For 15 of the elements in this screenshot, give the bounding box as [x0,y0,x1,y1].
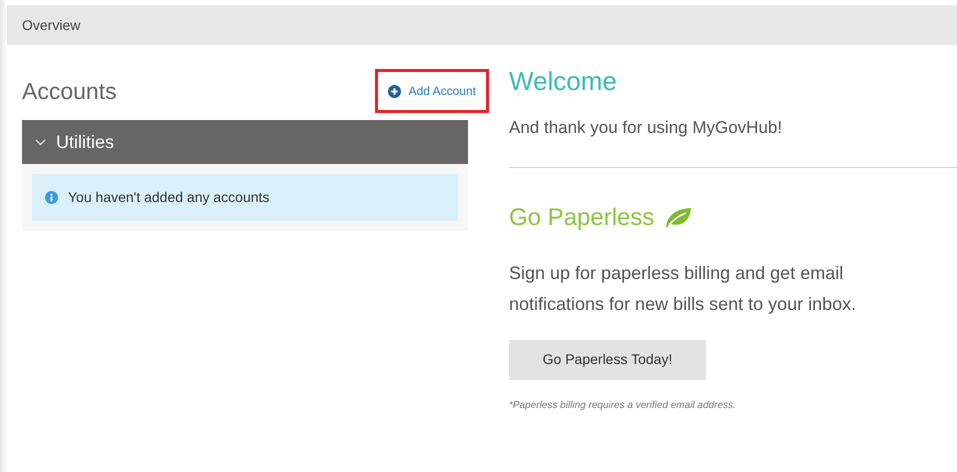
info-icon [45,191,58,204]
welcome-text: And thank you for using MyGovHub! [509,117,784,139]
info-text: You haven't added any accounts [68,188,270,207]
footnote: *Paperless billing requires a verified email address. [509,398,737,412]
header-title: Overview [22,16,80,34]
leaf-icon [664,206,692,228]
add-account-button[interactable]: Add Account [374,69,489,113]
welcome-title: Welcome [509,65,618,98]
go-paperless-button[interactable]: Go Paperless Today! [509,340,706,380]
paperless-text: Sign up for paperless billing and get email notifications for new bills sent to your inbox. [509,262,858,316]
group-header[interactable]: Utilities [22,120,468,164]
paperless-title: Go Paperless [509,202,654,232]
chevron-icon [35,138,46,146]
accounts-title: Accounts [22,76,117,106]
plus-circle-icon [388,84,401,98]
